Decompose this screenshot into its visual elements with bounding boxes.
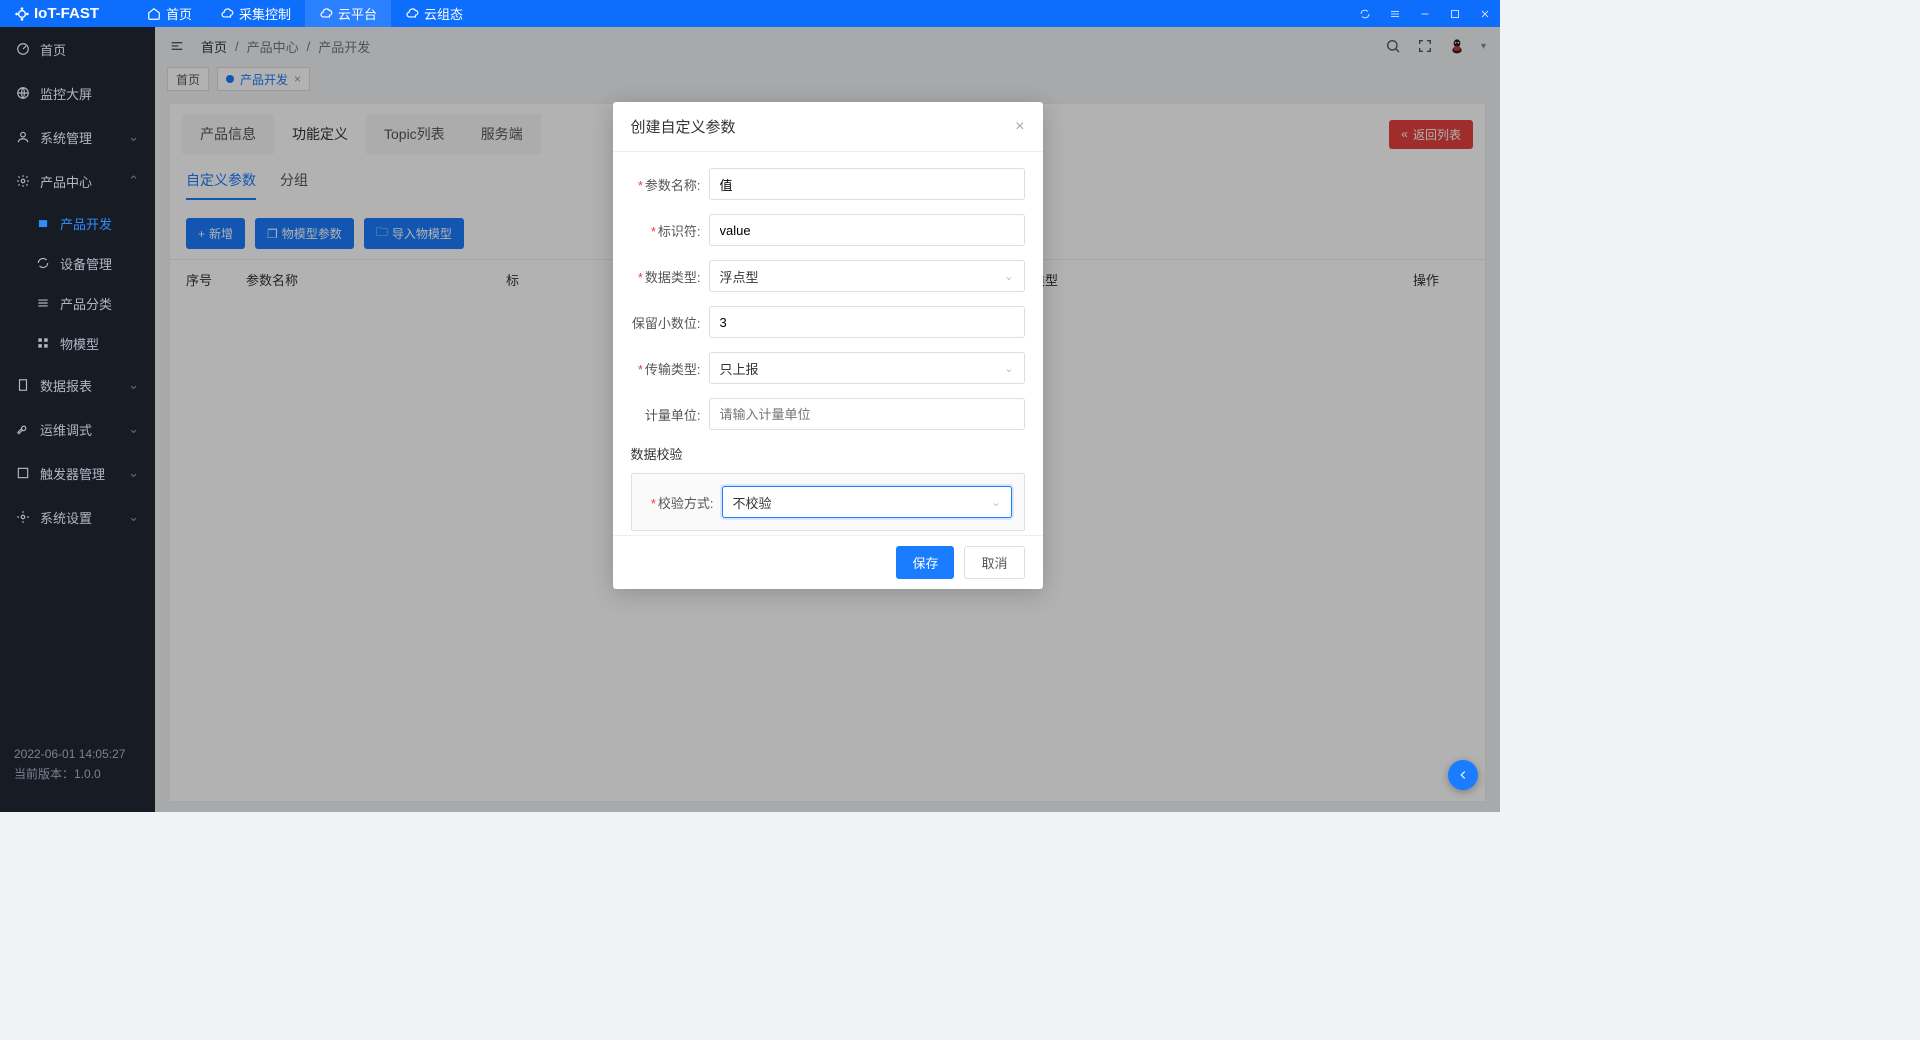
sidebar-sub-label: 物模型 <box>60 334 99 353</box>
sidebar-item-monitor[interactable]: 监控大屏 <box>0 71 155 115</box>
close-icon <box>1479 8 1491 20</box>
chevron-down-icon: ⌄ <box>1004 362 1013 375</box>
chevron-down-icon: ⌄ <box>1004 270 1013 283</box>
sidebar-item-home[interactable]: 首页 <box>0 27 155 71</box>
minimize-button[interactable] <box>1410 0 1440 27</box>
refresh-button[interactable] <box>1350 0 1380 27</box>
maximize-button[interactable] <box>1440 0 1470 27</box>
sidebar-label: 系统管理 <box>40 128 92 147</box>
label-identifier: *标识符: <box>631 221 709 240</box>
nav-home[interactable]: 首页 <box>133 0 206 27</box>
sidebar-item-reports[interactable]: 数据报表 ⌄ <box>0 363 155 407</box>
chevron-down-icon: ⌄ <box>128 377 139 393</box>
timestamp-label: 2022-06-01 14:05:27 <box>14 747 141 761</box>
input-decimals[interactable] <box>709 306 1025 338</box>
sidebar-sub-product-dev[interactable]: 产品开发 <box>0 203 155 243</box>
save-button[interactable]: 保存 <box>896 546 954 579</box>
tool-icon <box>16 422 30 436</box>
nav-collect[interactable]: 采集控制 <box>206 0 305 27</box>
sidebar-label: 首页 <box>40 40 66 59</box>
cloud-icon <box>319 7 333 21</box>
refresh-small-icon <box>36 256 50 270</box>
chevron-up-icon: ⌃ <box>128 173 139 189</box>
sidebar-sub-product-category[interactable]: 产品分类 <box>0 283 155 323</box>
menu-button[interactable] <box>1380 0 1410 27</box>
select-transfer-type[interactable]: 只上报 ⌄ <box>709 352 1025 384</box>
close-button[interactable] <box>1470 0 1500 27</box>
window-controls <box>1350 0 1500 27</box>
label-decimals: 保留小数位: <box>631 313 709 332</box>
file-icon <box>16 378 30 392</box>
sidebar-label: 数据报表 <box>40 376 92 395</box>
label-data-type: *数据类型: <box>631 267 709 286</box>
modal-close-button[interactable]: × <box>1015 118 1024 136</box>
sidebar-item-trigger[interactable]: 触发器管理 ⌄ <box>0 451 155 495</box>
input-param-name[interactable] <box>709 168 1025 200</box>
grid-icon <box>36 336 50 350</box>
chevron-down-icon: ⌄ <box>128 509 139 525</box>
version-label: 当前版本：1.0.0 <box>14 765 141 782</box>
brand-text: IoT-FAST <box>34 5 99 22</box>
top-nav: 首页 采集控制 云平台 云组态 <box>133 0 477 27</box>
arrow-left-icon <box>1456 768 1470 782</box>
label-unit: 计量单位: <box>631 405 709 424</box>
cancel-button[interactable]: 取消 <box>964 546 1024 579</box>
label-param-name: *参数名称: <box>631 175 709 194</box>
select-validation[interactable]: 不校验 ⌄ <box>722 486 1012 518</box>
sidebar-sub-thing-model[interactable]: 物模型 <box>0 323 155 363</box>
sidebar-label: 触发器管理 <box>40 464 105 483</box>
gear-icon <box>16 510 30 524</box>
box-icon <box>36 216 50 230</box>
sidebar-label: 产品中心 <box>40 172 92 191</box>
chevron-down-icon: ⌄ <box>128 129 139 145</box>
sidebar-sub-label: 产品开发 <box>60 214 112 233</box>
sidebar-sub-label: 设备管理 <box>60 254 112 273</box>
sidebar-item-product-center[interactable]: 产品中心 ⌃ <box>0 159 155 203</box>
fab-back-button[interactable] <box>1448 760 1478 790</box>
sidebar-label: 系统设置 <box>40 508 92 527</box>
chevron-down-icon: ⌄ <box>991 496 1000 509</box>
list-icon <box>36 296 50 310</box>
modal-title: 创建自定义参数 <box>631 116 736 137</box>
refresh-icon <box>1359 8 1371 20</box>
sidebar-sub-device-manage[interactable]: 设备管理 <box>0 243 155 283</box>
input-identifier[interactable] <box>709 214 1025 246</box>
label-transfer-type: *传输类型: <box>631 359 709 378</box>
label-validation: *校验方式: <box>644 493 722 512</box>
app-icon <box>16 466 30 480</box>
sidebar-footer: 2022-06-01 14:05:27 当前版本：1.0.0 <box>0 743 155 812</box>
sidebar-label: 监控大屏 <box>40 84 92 103</box>
home-icon <box>147 7 161 21</box>
select-data-type[interactable]: 浮点型 ⌄ <box>709 260 1025 292</box>
brand-icon <box>14 6 30 22</box>
sidebar-sub-label: 产品分类 <box>60 294 112 313</box>
cloud-sync-icon <box>220 7 234 21</box>
main-area: 首页 / 产品中心 / 产品开发 ▾ 首页 产品开发 × 产品信息 <box>155 27 1500 812</box>
input-unit[interactable] <box>709 398 1025 430</box>
chevron-down-icon: ⌄ <box>128 421 139 437</box>
nav-cloud-platform[interactable]: 云平台 <box>305 0 391 27</box>
menu-icon <box>1389 8 1401 20</box>
minimize-icon <box>1419 8 1431 20</box>
create-param-modal: 创建自定义参数 × *参数名称: *标识符: *数据类型: 浮点型 ⌄ <box>613 102 1043 589</box>
validation-section-label: 数据校验 <box>631 444 1025 463</box>
sidebar-item-ops[interactable]: 运维调式 ⌄ <box>0 407 155 451</box>
cloud-config-icon <box>405 7 419 21</box>
chevron-down-icon: ⌄ <box>128 465 139 481</box>
maximize-icon <box>1449 8 1461 20</box>
globe-icon <box>16 86 30 100</box>
dashboard-icon <box>16 42 30 56</box>
brand-logo: IoT-FAST <box>0 5 113 22</box>
sidebar-item-sysmanage[interactable]: 系统管理 ⌄ <box>0 115 155 159</box>
sidebar: 首页 监控大屏 系统管理 ⌄ 产品中心 ⌃ 产品开发 设备管理 产品分类 <box>0 27 155 812</box>
titlebar: IoT-FAST 首页 采集控制 云平台 云组态 <box>0 0 1500 27</box>
sidebar-item-settings[interactable]: 系统设置 ⌄ <box>0 495 155 539</box>
nav-cloud-config[interactable]: 云组态 <box>391 0 477 27</box>
user-icon <box>16 130 30 144</box>
validation-box: *校验方式: 不校验 ⌄ <box>631 473 1025 531</box>
sidebar-label: 运维调式 <box>40 420 92 439</box>
gear-icon <box>16 174 30 188</box>
